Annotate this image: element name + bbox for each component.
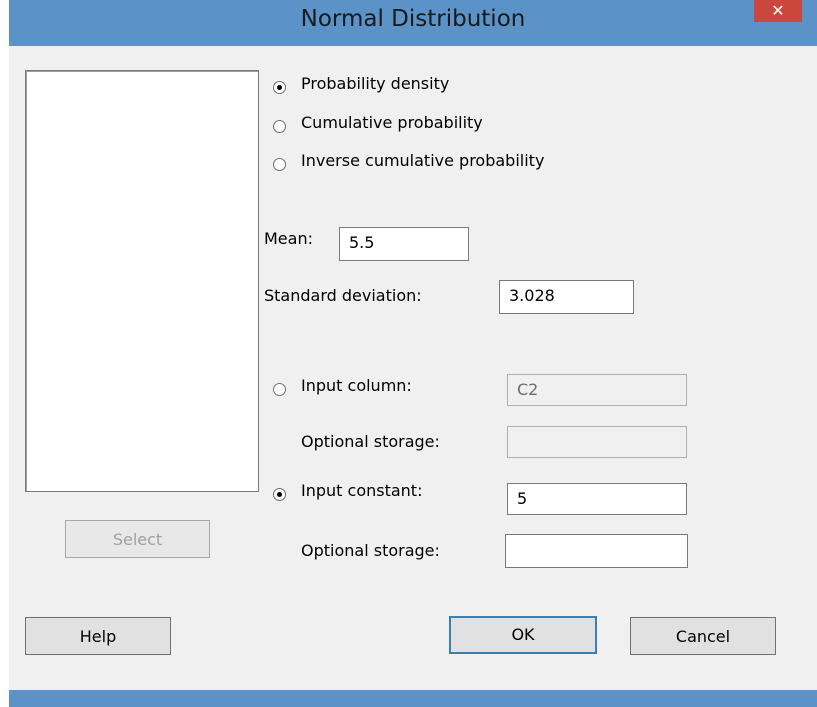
standard-deviation-field[interactable]: 3.028: [499, 280, 634, 314]
input-column-field[interactable]: C2: [507, 374, 687, 406]
ok-button[interactable]: OK: [449, 616, 597, 654]
optional-storage-field-1[interactable]: [507, 426, 687, 458]
radio-input-column[interactable]: [273, 383, 286, 396]
inverse-cumulative-label: Inverse cumulative probability: [301, 151, 545, 170]
mean-field[interactable]: 5.5: [339, 227, 469, 261]
window-title: Normal Distribution: [300, 6, 526, 32]
dialog-window: Normal Distribution ✕ Probability densit…: [9, 0, 817, 707]
close-icon[interactable]: ✕: [754, 0, 802, 22]
radio-cumulative-probability[interactable]: [273, 120, 286, 133]
input-constant-field[interactable]: 5: [507, 483, 687, 515]
standard-deviation-label: Standard deviation:: [264, 286, 422, 305]
radio-inverse-cumulative[interactable]: [273, 158, 286, 171]
optional-storage-field-2[interactable]: [505, 534, 688, 568]
radio-input-constant[interactable]: [273, 488, 286, 501]
mean-label: Mean:: [264, 229, 313, 248]
title-bar[interactable]: Normal Distribution ✕: [9, 0, 817, 46]
input-column-label: Input column:: [301, 376, 412, 395]
probability-density-label: Probability density: [301, 74, 450, 93]
input-constant-label: Input constant:: [301, 481, 423, 500]
cumulative-probability-label: Cumulative probability: [301, 113, 483, 132]
window-bottom-border: [9, 690, 817, 707]
dialog-body: Probability density Cumulative probabili…: [9, 46, 817, 690]
radio-probability-density[interactable]: [273, 81, 286, 94]
cancel-button[interactable]: Cancel: [630, 617, 776, 655]
select-button[interactable]: Select: [65, 520, 210, 558]
optional-storage-label-2: Optional storage:: [301, 541, 440, 560]
variable-listbox[interactable]: [25, 70, 259, 492]
optional-storage-label-1: Optional storage:: [301, 432, 440, 451]
help-button[interactable]: Help: [25, 617, 171, 655]
